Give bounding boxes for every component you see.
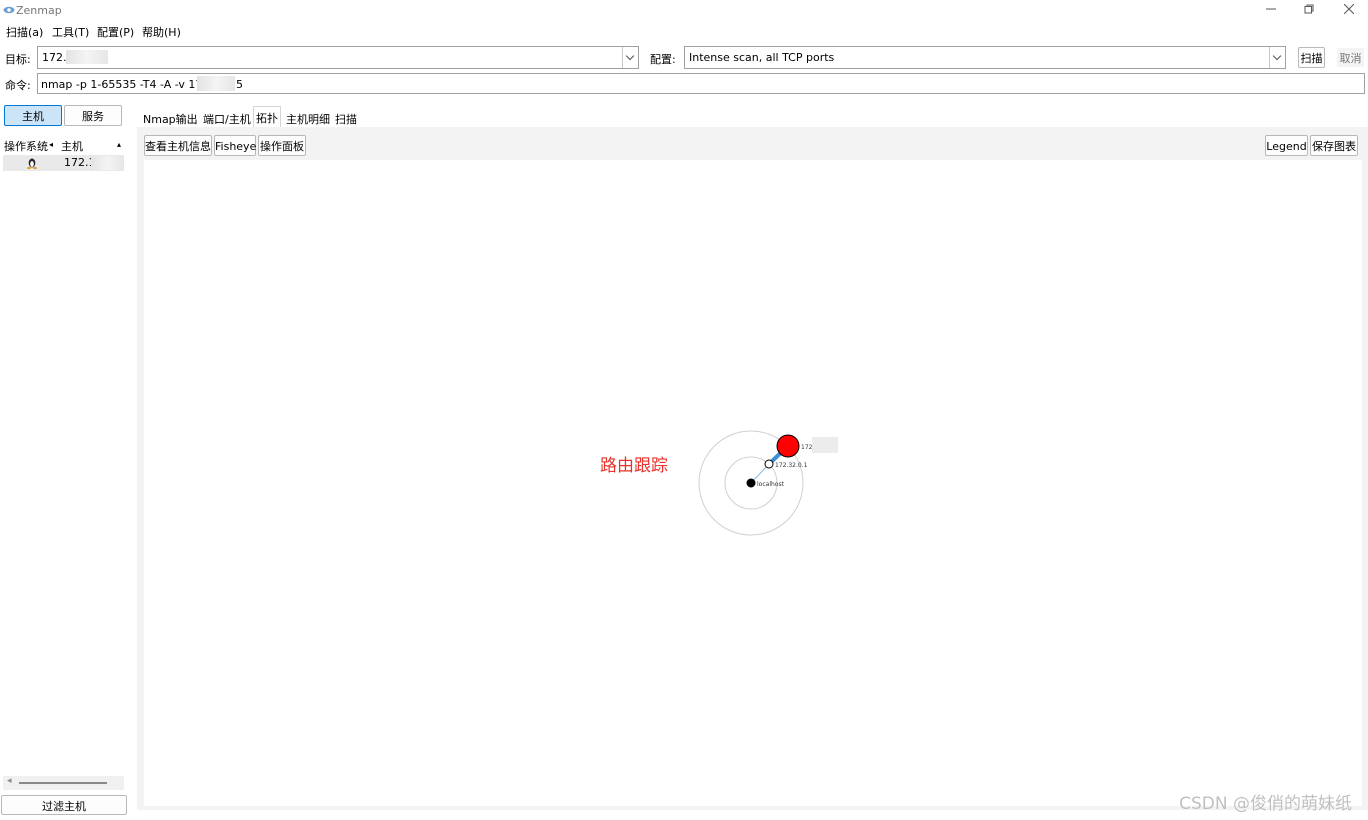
host-list-horizontal-scrollbar[interactable]: ◂ — [3, 776, 124, 790]
fisheye-button[interactable]: Fisheye — [214, 135, 256, 156]
topology-node-2[interactable] — [776, 434, 800, 458]
host-list — [3, 136, 124, 776]
topology-graph[interactable]: localhost172.32.0.1172. — [144, 160, 1362, 806]
target-value: 172. — [42, 51, 67, 64]
menu-scan[interactable]: 扫描(a) — [6, 24, 43, 40]
menu-tools[interactable]: 工具(T) — [52, 24, 89, 40]
scroll-left-arrow-icon[interactable]: ◂ — [7, 776, 12, 786]
target-combobox[interactable]: 172. — [37, 46, 639, 69]
menu-bar: 扫描(a) 工具(T) 配置(P) 帮助(H) — [0, 22, 1368, 40]
target-dropdown-arrow[interactable] — [622, 47, 638, 68]
minimize-icon — [1266, 8, 1276, 10]
redacted-node-ip — [812, 437, 838, 453]
col-header-host[interactable]: 主机 — [61, 138, 83, 154]
col-header-os[interactable]: 操作系统 — [4, 138, 48, 154]
command-value: nmap -p 1-65535 -T4 -A -v 172. — [41, 78, 213, 91]
redacted-host-ip — [91, 156, 124, 170]
profile-dropdown-arrow[interactable] — [1269, 47, 1285, 68]
controls-button[interactable]: 操作面板 — [258, 135, 306, 156]
scrollbar-thumb[interactable] — [19, 782, 107, 784]
topology-canvas[interactable]: localhost 172.32.0.1 172. — [144, 160, 1362, 806]
window-title: Zenmap — [16, 4, 62, 17]
close-icon — [1343, 3, 1355, 15]
profile-label: 配置: — [650, 53, 676, 66]
cancel-button[interactable]: 取消 — [1336, 47, 1365, 68]
traceroute-annotation: 路由跟踪 — [600, 456, 668, 476]
tab-topology[interactable]: 拓扑 — [253, 106, 281, 127]
linux-penguin-icon — [27, 158, 37, 169]
redacted-ip — [66, 50, 108, 64]
services-view-button[interactable]: 服务 — [64, 105, 122, 126]
col-os-sort-arrow-icon: ◂ — [49, 140, 54, 149]
topology-node-0[interactable] — [746, 478, 756, 488]
minimize-button[interactable] — [1256, 2, 1286, 20]
menu-help[interactable]: 帮助(H) — [142, 24, 181, 40]
restore-icon — [1304, 4, 1314, 14]
close-button[interactable] — [1334, 2, 1364, 20]
zenmap-eye-icon — [3, 6, 15, 14]
scan-button[interactable]: 扫描 — [1298, 47, 1325, 68]
tab-ports-hosts[interactable]: 端口/主机 — [201, 108, 253, 127]
menu-profile[interactable]: 配置(P) — [97, 24, 134, 40]
host-info-button[interactable]: 查看主机信息 — [144, 135, 212, 156]
command-suffix: 5 — [236, 78, 243, 91]
redacted-command-ip — [197, 76, 235, 91]
save-graphic-button[interactable]: 保存图表 — [1310, 135, 1358, 156]
tab-nmap-output[interactable]: Nmap输出 — [141, 108, 200, 127]
watermark: CSDN @俊俏的萌妹纸 — [1179, 794, 1352, 814]
filter-hosts-button[interactable]: 过滤主机 — [1, 795, 127, 815]
topology-node-label-1: 172.32.0.1 — [775, 462, 808, 469]
title-bar: Zenmap — [0, 0, 1368, 21]
profile-combobox[interactable]: Intense scan, all TCP ports — [684, 46, 1286, 69]
target-label: 目标: — [5, 53, 31, 66]
host-row[interactable]: 172.1 — [3, 155, 124, 171]
tab-host-details[interactable]: 主机明细 — [284, 108, 332, 127]
restore-button[interactable] — [1294, 2, 1324, 20]
tab-scans[interactable]: 扫描 — [333, 108, 359, 127]
topology-node-label-0: localhost — [757, 481, 785, 488]
command-label: 命令: — [5, 79, 31, 92]
hosts-view-button[interactable]: 主机 — [4, 105, 62, 126]
command-input[interactable]: nmap -p 1-65535 -T4 -A -v 172. 5 — [37, 73, 1365, 94]
col-host-sort-arrow-icon: ▴ — [117, 140, 122, 149]
topology-node-1[interactable] — [764, 459, 774, 469]
legend-button[interactable]: Legend — [1265, 135, 1308, 156]
profile-value: Intense scan, all TCP ports — [689, 51, 835, 64]
